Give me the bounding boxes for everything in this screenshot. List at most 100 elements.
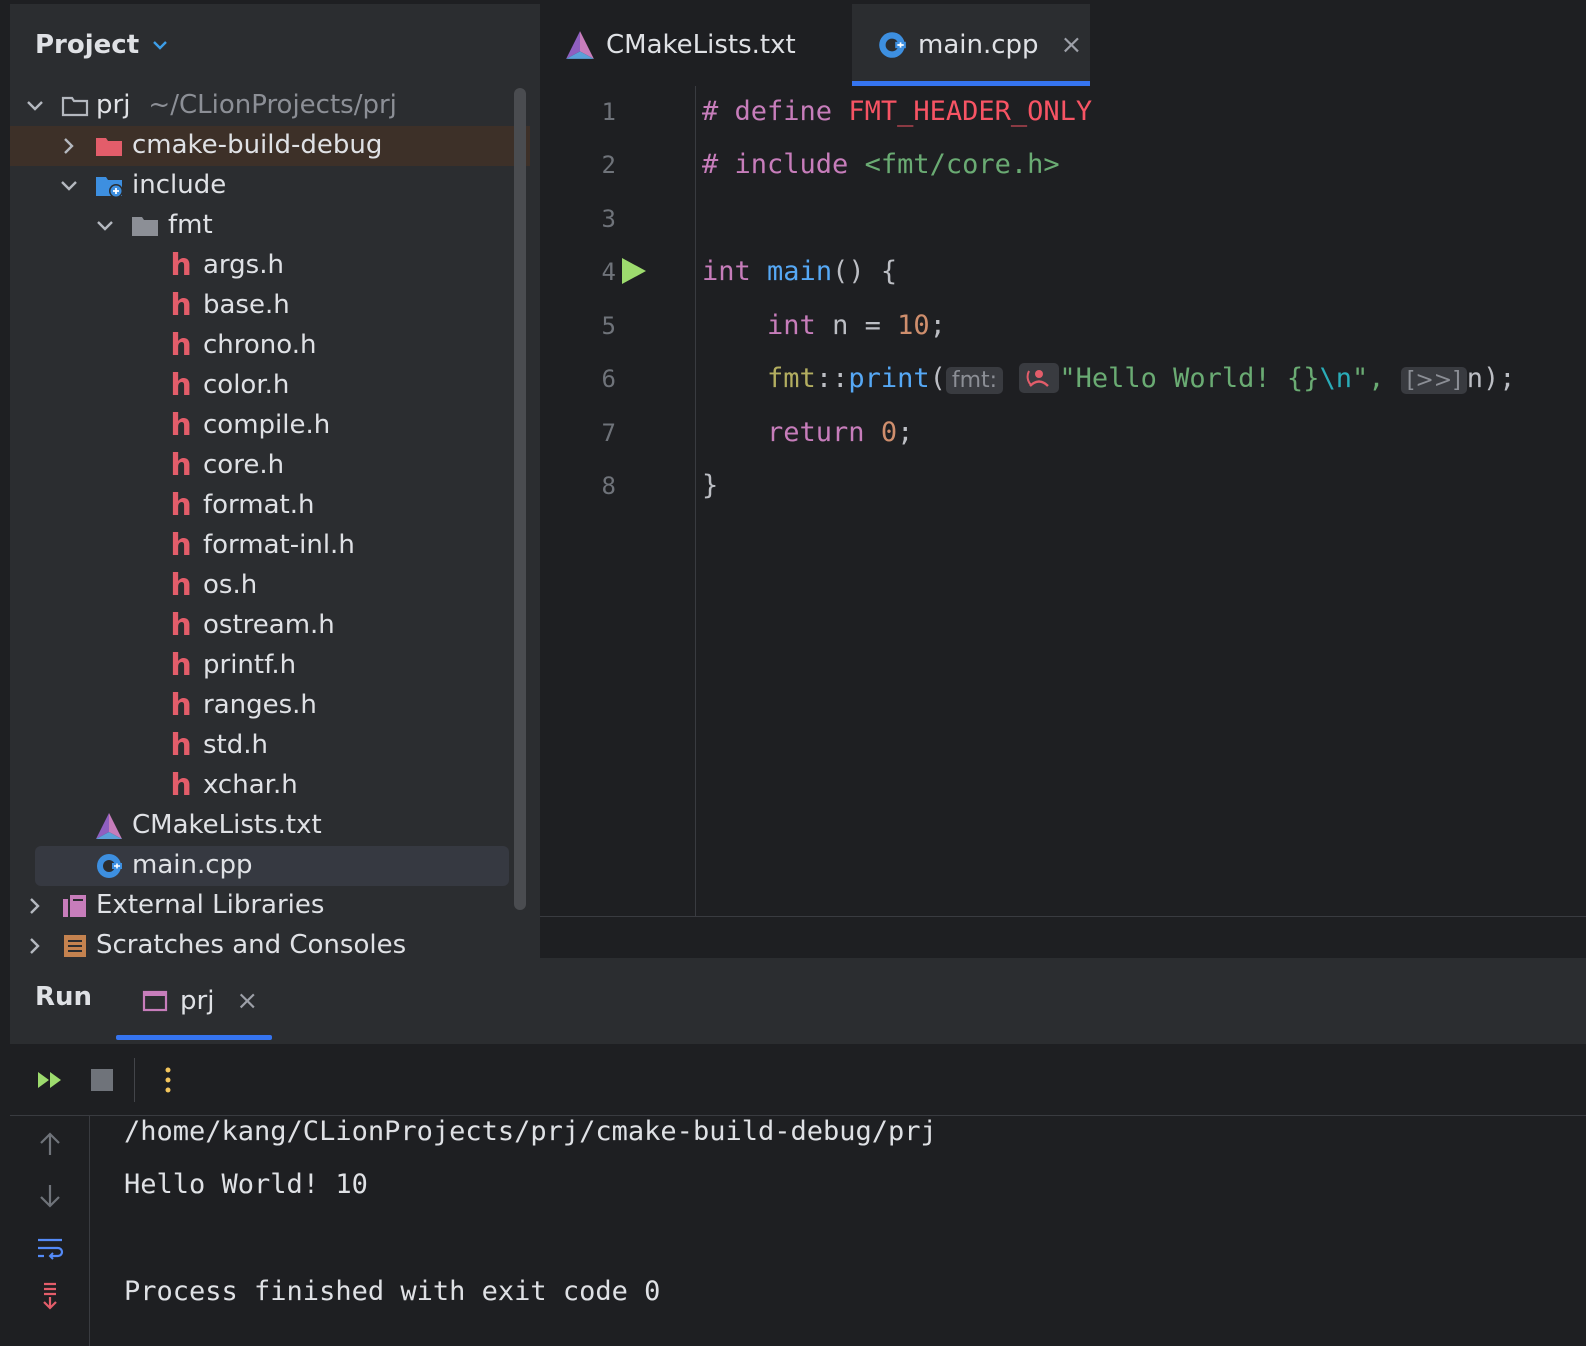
console-line: /home/kang/CLionProjects/prj/cmake-build… (124, 1116, 937, 1147)
close-icon[interactable]: × (236, 986, 258, 1016)
scroll-up-button[interactable] (34, 1128, 66, 1160)
code-token: ; (929, 310, 946, 341)
folder-icon (132, 217, 158, 236)
chevron-down-icon[interactable] (58, 175, 80, 197)
tree-item-label: include (132, 170, 227, 200)
line-number: 8 (601, 472, 616, 500)
tree-item-file[interactable]: h std.h (10, 726, 530, 766)
header-file-icon: h (170, 768, 192, 803)
stop-button[interactable] (86, 1064, 118, 1096)
code-token: 0 (880, 417, 898, 448)
tree-item-label: External Libraries (96, 890, 325, 920)
code-line-7: return 0; (702, 417, 913, 448)
header-file-icon: h (170, 688, 192, 723)
tree-item-file[interactable]: h printf.h (10, 646, 530, 686)
tree-item-file[interactable]: h base.h (10, 286, 530, 326)
header-file-icon: h (170, 568, 192, 603)
active-tab-underline (116, 1035, 272, 1040)
code-token: main (767, 256, 833, 287)
arrow-up-icon (40, 1132, 60, 1155)
toolbar-separator (134, 1058, 135, 1102)
tree-item-file[interactable]: h format-inl.h (10, 526, 530, 566)
tab-label: main.cpp (918, 30, 1039, 60)
code-token: \n (1319, 363, 1352, 394)
tree-item-include[interactable]: include (10, 166, 530, 206)
code-line-5: int n = 10; (702, 310, 946, 341)
line-number: 4 (601, 258, 616, 286)
code-token: ; (897, 417, 914, 448)
chevron-right-icon[interactable] (58, 135, 80, 157)
line-number: 5 (601, 312, 616, 340)
chevron-down-icon[interactable] (24, 95, 46, 117)
tree-item-prj[interactable]: prj ~/CLionProjects/prj (10, 86, 530, 126)
scroll-down-button[interactable] (34, 1180, 66, 1212)
tree-item-cmakelists[interactable]: CMakeLists.txt (10, 806, 530, 846)
scroll-to-end-button[interactable] (34, 1280, 66, 1312)
code-token: () { (832, 256, 898, 287)
code-token: ", (1351, 363, 1385, 394)
tree-item-main-cpp[interactable]: main.cpp (10, 846, 530, 886)
header-file-icon: h (170, 528, 192, 563)
chevron-right-icon[interactable] (24, 895, 46, 917)
tree-item-label: os.h (203, 570, 258, 600)
tree-item-label: compile.h (203, 410, 331, 440)
project-scrollbar[interactable] (514, 88, 526, 910)
arrow-down-icon (40, 1185, 60, 1208)
code-editor[interactable]: 1 2 3 4 5 6 7 8 # define FMT_HEADER_ONLY… (540, 86, 1586, 956)
tree-item-file[interactable]: h color.h (10, 366, 530, 406)
tree-item-label: std.h (203, 730, 268, 760)
tree-item-label: main.cpp (132, 850, 253, 880)
tree-item-file[interactable]: h ostream.h (10, 606, 530, 646)
run-gutter-icon[interactable] (620, 256, 648, 286)
soft-wrap-button[interactable] (34, 1232, 66, 1264)
console-side-toolbar (10, 1116, 90, 1346)
tree-item-label: ostream.h (203, 610, 335, 640)
tab-main-cpp[interactable]: main.cpp × (852, 4, 1090, 86)
scratches-icon (64, 935, 86, 957)
rerun-button[interactable] (34, 1064, 66, 1096)
close-icon[interactable]: × (1061, 30, 1083, 60)
tree-item-file[interactable]: h ranges.h (10, 686, 530, 726)
header-file-icon: h (170, 448, 192, 483)
chevron-right-icon[interactable] (24, 935, 46, 957)
line-number: 6 (601, 365, 616, 393)
tree-item-file[interactable]: h core.h (10, 446, 530, 486)
tree-item-scratches[interactable]: Scratches and Consoles (10, 926, 530, 958)
code-token: n = (815, 310, 898, 341)
tree-item-fmt[interactable]: fmt (10, 206, 530, 246)
folder-excluded-icon (96, 138, 122, 156)
parameter-hint: fmt: (945, 367, 1004, 394)
tree-item-file[interactable]: h chrono.h (10, 326, 530, 366)
soft-wrap-icon (38, 1238, 64, 1260)
tree-item-label: color.h (203, 370, 290, 400)
tree-item-file[interactable]: h format.h (10, 486, 530, 526)
run-panel-header: Run prj × (10, 958, 1586, 1044)
code-token: FMT_HEADER_ONLY (848, 96, 1093, 127)
tree-item-file[interactable]: h args.h (10, 246, 530, 286)
tree-item-file[interactable]: h xchar.h (10, 766, 530, 806)
chevron-down-icon[interactable] (151, 36, 169, 54)
header-file-icon: h (170, 328, 192, 363)
tree-item-file[interactable]: h os.h (10, 566, 530, 606)
code-token: fmt (767, 363, 816, 394)
more-vertical-icon (165, 1067, 171, 1093)
tree-item-file[interactable]: h compile.h (10, 406, 530, 446)
code-line-6: fmt::print(fmt: "Hello World! {}\n", [>>… (702, 363, 1516, 394)
tab-cmakelists[interactable]: CMakeLists.txt (540, 4, 842, 86)
header-file-icon: h (170, 288, 192, 323)
more-options-button[interactable] (152, 1064, 184, 1096)
header-file-icon: h (170, 488, 192, 523)
line-number: 2 (601, 151, 616, 179)
tree-item-cmake-build-debug[interactable]: cmake-build-debug (10, 126, 530, 166)
run-tab-label: prj (180, 986, 215, 1016)
chevron-down-icon[interactable] (94, 215, 116, 237)
editor-tab-bar: CMakeLists.txt main.cpp × (540, 4, 1586, 86)
tree-item-label: xchar.h (203, 770, 298, 800)
project-panel-header[interactable]: Project (10, 4, 540, 86)
format-inspect-icon[interactable] (1019, 363, 1060, 393)
tree-item-label: prj (96, 90, 131, 120)
code-token: int (767, 310, 816, 341)
tree-item-external-libraries[interactable]: External Libraries (10, 886, 530, 926)
run-tab-prj[interactable]: prj × (116, 958, 272, 1044)
console-output[interactable]: /home/kang/CLionProjects/prj/cmake-build… (90, 1116, 1586, 1346)
